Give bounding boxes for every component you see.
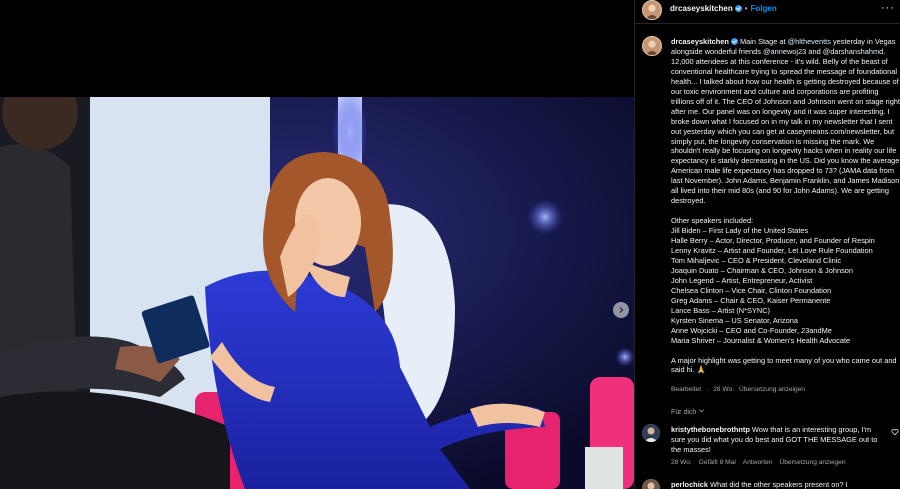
comment-text-block: kristythebonebrothntp Wow that is an int… [671, 425, 886, 455]
separator-dot: • [744, 4, 748, 13]
comment-meta: 28 Wo. Gefällt 8 Mal Antworten Übersetzung … [671, 459, 852, 466]
for-you-toggle[interactable]: Für dich [671, 407, 705, 416]
author-username[interactable]: drcaseyskitchen [670, 4, 733, 13]
post-header: drcaseyskitchen • Folgen ··· [635, 0, 900, 24]
post-age: 28 Wo. [713, 386, 735, 393]
comment-text: What did the other speakers present on? … [707, 480, 848, 489]
caption-avatar[interactable] [642, 36, 662, 56]
post-media[interactable] [0, 0, 634, 489]
follow-button[interactable]: Folgen [751, 4, 777, 13]
caption-text: . 12,000 attendees at this conference - … [671, 46, 900, 375]
more-options-icon[interactable]: ··· [881, 2, 895, 14]
post-sidebar: drcaseyskitchen • Folgen ··· drcaseyskitch… [634, 0, 900, 489]
verified-badge-icon [734, 5, 742, 12]
caption-username[interactable]: drcaseyskitchen [671, 37, 729, 46]
chevron-down-icon [699, 409, 705, 413]
separator-dot: · [706, 386, 709, 393]
author-avatar[interactable] [642, 0, 662, 20]
chevron-right-icon [619, 307, 624, 313]
mention-link[interactable]: @annewoj23 [763, 47, 806, 56]
edited-label: Bearbeitet [671, 386, 702, 393]
mention-link[interactable]: @hltheventts [788, 37, 831, 46]
reply-button[interactable]: Antworten [743, 459, 773, 466]
commenter-avatar[interactable] [642, 479, 660, 489]
translate-link[interactable]: Übersetzung anzeigen [739, 386, 805, 393]
heart-icon[interactable] [891, 428, 899, 436]
translate-link[interactable]: Übersetzung anzeigen [780, 459, 846, 466]
commenter-avatar[interactable] [642, 424, 660, 442]
comment-username[interactable]: perlochick [671, 480, 708, 489]
comment-username[interactable]: kristythebonebrothntp [671, 425, 750, 434]
comment-age: 28 Wo. [671, 459, 692, 466]
comment-text-block: perlochick What did the other speakers p… [671, 480, 886, 489]
verified-badge-icon [730, 38, 738, 45]
caption-meta: Bearbeitet · 28 Wo. Übersetzung anzeigen [671, 386, 810, 393]
post-photo [0, 97, 634, 489]
caption-text: and [806, 46, 823, 56]
next-image-button[interactable] [613, 302, 629, 318]
caption-text: Main Stage at [737, 37, 788, 46]
comment-likes[interactable]: Gefällt 8 Mal [699, 459, 736, 466]
post-caption: drcaseyskitchen Main Stage at @hlthevent… [671, 37, 900, 375]
mention-link[interactable]: @darshanshahmd [823, 47, 884, 56]
for-you-label: Für dich [671, 409, 697, 416]
